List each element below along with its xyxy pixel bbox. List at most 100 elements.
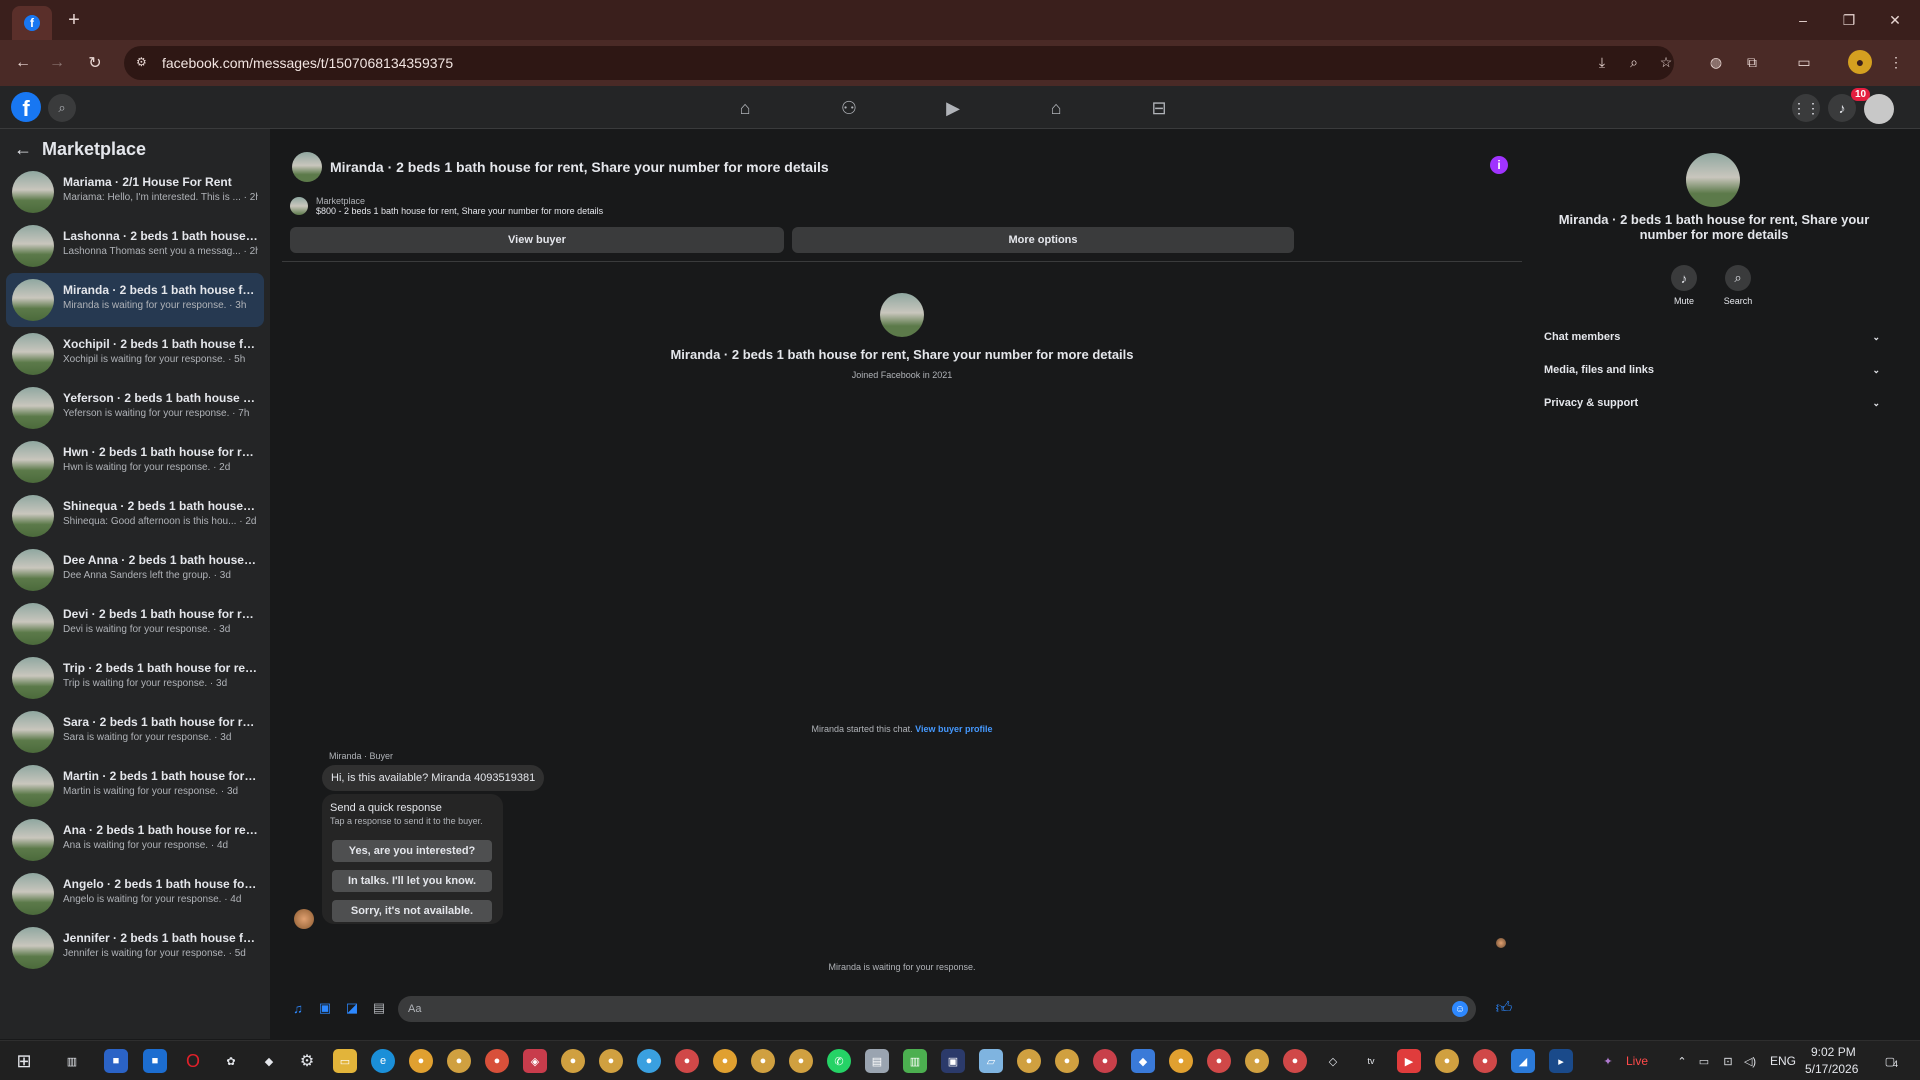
task-view-icon[interactable]: ▥ <box>60 1049 84 1073</box>
chrome-profile-icon[interactable]: ● <box>1207 1049 1231 1073</box>
profile-thumbnail[interactable] <box>880 293 924 337</box>
video-icon[interactable]: ▶ <box>939 94 967 122</box>
volume-icon[interactable]: ◁) <box>1738 1049 1762 1073</box>
conversation-item[interactable]: Miranda · 2 beds 1 bath house for ... Mir… <box>6 273 264 327</box>
clock-date[interactable]: 5/17/2026 <box>1805 1062 1858 1076</box>
conversation-item[interactable]: Xochipil · 2 beds 1 bath house for r... X… <box>6 327 264 381</box>
chrome-profile-icon[interactable]: ● <box>485 1049 509 1073</box>
microphone-icon[interactable]: ♫ <box>288 998 308 1018</box>
details-thumbnail[interactable] <box>1686 153 1740 207</box>
emoji-icon[interactable]: ☺ <box>1452 1001 1468 1017</box>
weather-icon[interactable]: ✦ <box>1596 1049 1620 1073</box>
app-icon[interactable]: ■ <box>143 1049 167 1073</box>
privacy-support-section[interactable]: Privacy & support ⌄ <box>1544 393 1880 413</box>
quick-response-yes-button[interactable]: Yes, are you interested? <box>332 840 492 862</box>
chat-title[interactable]: Miranda · 2 beds 1 bath house for rent, … <box>330 159 829 175</box>
listing-thumbnail[interactable] <box>292 152 322 182</box>
conversation-item[interactable]: Shinequa · 2 beds 1 bath house for... Shi… <box>6 489 264 543</box>
thumbs-up-icon[interactable]: 👍︎ <box>1494 998 1514 1018</box>
back-arrow-icon[interactable]: ← <box>10 50 36 76</box>
new-tab-button[interactable]: + <box>62 8 86 32</box>
chrome-profile-icon[interactable]: ● <box>561 1049 585 1073</box>
conversation-item[interactable]: Yeferson · 2 beds 1 bath house for ... Ye… <box>6 381 264 435</box>
media-files-section[interactable]: Media, files and links ⌄ <box>1544 360 1880 380</box>
gif-icon[interactable]: ▤ <box>369 998 389 1018</box>
settings-gear-icon[interactable]: ⚙ <box>295 1049 319 1073</box>
chrome-profile-icon[interactable]: ● <box>675 1049 699 1073</box>
device-icon[interactable]: ▭ <box>1692 1049 1716 1073</box>
app-icon[interactable]: ▤ <box>865 1049 889 1073</box>
forward-arrow-icon[interactable]: → <box>44 50 70 76</box>
extensions-icon[interactable]: ⧉ <box>1740 50 1764 74</box>
opera-icon[interactable]: O <box>181 1049 205 1073</box>
quick-response-in-talks-button[interactable]: In talks. I'll let you know. <box>332 870 492 892</box>
chrome-profile-icon[interactable]: ● <box>1169 1049 1193 1073</box>
back-arrow-icon[interactable]: ← <box>14 139 32 160</box>
openai-icon[interactable]: ✿ <box>219 1049 243 1073</box>
store-icon[interactable]: ■ <box>104 1049 128 1073</box>
clock-time[interactable]: 9:02 PM <box>1811 1045 1856 1059</box>
listing-summary[interactable]: Marketplace $800 - 2 beds 1 bath house f… <box>290 196 603 216</box>
chrome-profile-icon[interactable]: ● <box>1245 1049 1269 1073</box>
marketplace-icon[interactable]: ⌂ <box>1042 94 1070 122</box>
conversation-item[interactable]: Hwn · 2 beds 1 bath house for rent... Hwn… <box>6 435 264 489</box>
chrome-profile-icon[interactable]: ● <box>1473 1049 1497 1073</box>
browser-tab-facebook[interactable]: f <box>12 6 52 40</box>
app-icon[interactable]: ▣ <box>941 1049 965 1073</box>
chrome-profile-icon[interactable]: ● <box>1055 1049 1079 1073</box>
conversation-item[interactable]: Mariama · 2/1 House For Rent Mariama: Hel… <box>6 165 264 219</box>
app-icon[interactable]: ◢ <box>1511 1049 1535 1073</box>
profile-icon[interactable]: ● <box>1848 50 1872 74</box>
app-icon[interactable]: ▶ <box>1397 1049 1421 1073</box>
copilot-icon[interactable]: ◆ <box>1131 1049 1155 1073</box>
close-window-button[interactable]: ✕ <box>1872 0 1918 40</box>
chrome-profile-icon[interactable]: ● <box>1017 1049 1041 1073</box>
conversation-item[interactable]: Lashonna · 2 beds 1 bath house for... Las… <box>6 219 264 273</box>
conversation-item[interactable]: Angelo · 2 beds 1 bath house for r... Ang… <box>6 867 264 921</box>
file-explorer-icon[interactable]: ▭ <box>333 1049 357 1073</box>
translate-icon[interactable]: ◍ <box>1704 50 1728 74</box>
chrome-profile-icon[interactable]: ● <box>1435 1049 1459 1073</box>
home-icon[interactable]: ⌂ <box>731 94 759 122</box>
chrome-profile-icon[interactable]: ● <box>751 1049 775 1073</box>
bookmark-star-icon[interactable]: ☆ <box>1654 50 1678 74</box>
more-options-button[interactable]: More options <box>792 227 1294 253</box>
install-app-icon[interactable]: ⤓ <box>1590 50 1614 74</box>
conversation-item[interactable]: Devi · 2 beds 1 bath house for rent... De… <box>6 597 264 651</box>
reload-icon[interactable]: ↻ <box>82 50 108 76</box>
account-avatar[interactable] <box>1864 94 1894 124</box>
network-icon[interactable]: ⊡ <box>1716 1049 1740 1073</box>
app-icon[interactable]: ▸ <box>1549 1049 1573 1073</box>
conversation-item[interactable]: Sara · 2 beds 1 bath house for rent,... S… <box>6 705 264 759</box>
whatsapp-icon[interactable]: ✆ <box>827 1049 851 1073</box>
chrome-profile-icon[interactable]: ● <box>637 1049 661 1073</box>
live-label[interactable]: Live <box>1626 1054 1648 1068</box>
app-icon[interactable]: ▱ <box>979 1049 1003 1073</box>
zoom-icon[interactable]: ⌕ <box>1622 50 1646 74</box>
site-info-icon[interactable]: ⚙ <box>136 55 152 71</box>
search-icon[interactable]: ⌕ <box>48 94 76 122</box>
chrome-profile-icon[interactable]: ● <box>1093 1049 1117 1073</box>
chat-members-section[interactable]: Chat members ⌄ <box>1544 327 1880 347</box>
info-icon[interactable]: i <box>1490 156 1508 174</box>
friends-icon[interactable]: ⚇ <box>835 94 863 122</box>
language-indicator[interactable]: ENG <box>1770 1054 1796 1068</box>
chrome-profile-icon[interactable]: ● <box>1283 1049 1307 1073</box>
conversation-item[interactable]: Trip · 2 beds 1 bath house for rent, ...… <box>6 651 264 705</box>
view-buyer-profile-link[interactable]: View buyer profile <box>915 724 992 734</box>
apple-tv-icon[interactable]: tv <box>1359 1049 1383 1073</box>
chevron-up-icon[interactable]: ⌃ <box>1670 1049 1694 1073</box>
edge-icon[interactable]: e <box>371 1049 395 1073</box>
search-icon[interactable]: ⌕ <box>1725 265 1751 291</box>
address-bar[interactable]: ⚙ facebook.com/messages/t/15070681343593… <box>124 46 1674 80</box>
windows-start-icon[interactable]: ⊞ <box>12 1049 36 1073</box>
chrome-profile-icon[interactable]: ● <box>789 1049 813 1073</box>
menu-grid-icon[interactable]: ⋮⋮ <box>1792 94 1820 122</box>
message-input[interactable]: Aa ☺ <box>398 996 1476 1022</box>
bell-icon[interactable]: ♪ <box>1671 265 1697 291</box>
conversation-item[interactable]: Martin · 2 beds 1 bath house for re... Ma… <box>6 759 264 813</box>
app-icon[interactable]: ◈ <box>523 1049 547 1073</box>
quick-response-not-available-button[interactable]: Sorry, it's not available. <box>332 900 492 922</box>
conversation-item[interactable]: Jennifer · 2 beds 1 bath house for r... J… <box>6 921 264 975</box>
chrome-profile-icon[interactable]: ● <box>447 1049 471 1073</box>
